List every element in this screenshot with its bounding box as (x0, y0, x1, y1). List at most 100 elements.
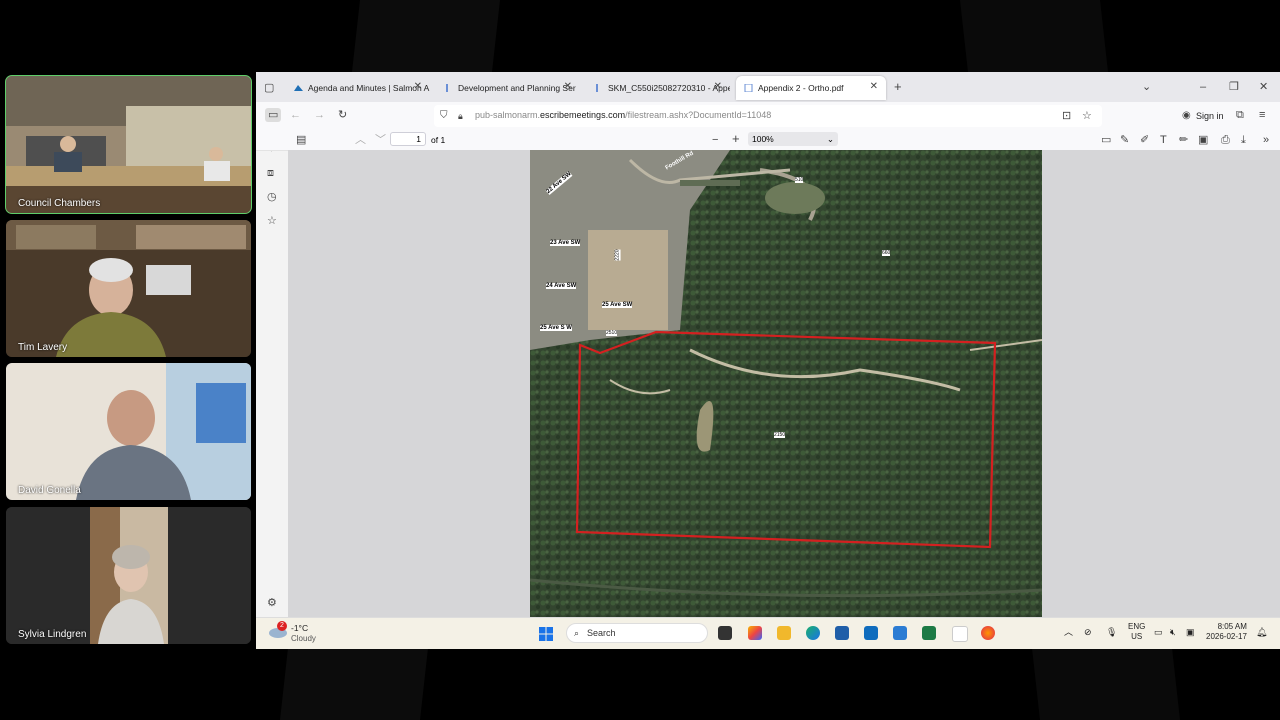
clock[interactable]: 8:05 AM 2026-02-17 (1206, 622, 1247, 642)
volume-muted-icon[interactable]: 🔇︎ (1170, 627, 1176, 637)
weather-temp[interactable]: -1°C (291, 623, 308, 633)
pdf-sidebar-icon[interactable]: ▤ (296, 133, 306, 147)
image-icon[interactable]: ▣ (1198, 133, 1208, 147)
document-favicon-icon (596, 84, 598, 92)
account-icon[interactable]: ◉ (1182, 109, 1191, 123)
pdf-viewer[interactable]: Foothill Rd 22 Ave SW 23 Ave SW 24 Ave S… (288, 150, 1280, 617)
word-icon[interactable] (893, 626, 907, 640)
pdf-toolbar: ▤ ︿ ﹀ 1 of 1 − + 100% ⌄ ▭ ✎ ✐ T ✏ ▣ ⎙ ⤓ … (256, 130, 1280, 151)
video-feed-sylvia (6, 507, 251, 644)
sign-in-button[interactable]: Sign in (1196, 111, 1224, 121)
windows-start-icon[interactable] (539, 627, 553, 641)
copilot-icon[interactable] (748, 626, 762, 640)
zoom-in-icon[interactable]: + (732, 132, 740, 146)
history-icon[interactable]: ◷ (267, 190, 277, 204)
tab-label: Appendix 2 - Ortho.pdf (758, 83, 844, 93)
store-icon[interactable] (835, 626, 849, 640)
tab-label: Development and Planning Ser (458, 83, 576, 93)
clock-date: 2026-02-17 (1206, 632, 1247, 641)
shield-icon[interactable]: ⛉ (440, 109, 448, 123)
close-tab-icon[interactable]: ✕ (414, 81, 422, 92)
close-tab-icon[interactable]: ✕ (714, 81, 722, 92)
tab-appendix[interactable]: Appendix 2 - Ortho.pdf ✕ (736, 76, 886, 100)
taskbar-search-input[interactable]: ⌕ Search (566, 623, 708, 643)
settings-gear-icon[interactable]: ⚙ (267, 596, 277, 610)
list-tabs-icon[interactable]: ⌄ (1142, 80, 1151, 94)
page-number-input[interactable]: 1 (390, 132, 426, 146)
ortho-photo (530, 150, 1042, 617)
text-icon[interactable]: T (1160, 133, 1167, 147)
bookmark-star-icon[interactable]: ☆ (1082, 109, 1092, 123)
firefox-icon[interactable] (981, 626, 995, 640)
outlook-icon[interactable] (864, 626, 878, 640)
search-icon: ⌕ (574, 628, 580, 638)
previous-page-icon[interactable]: ︿ (355, 133, 366, 147)
zoom-select[interactable]: 100% ⌄ (748, 132, 838, 146)
highlight-icon[interactable]: ✐ (1140, 133, 1149, 147)
map-label: 2510 (606, 330, 618, 336)
video-feed-david (6, 363, 251, 500)
browser-sidebar: ✧ ⧈ ◷ ☆ ⚙ (256, 130, 288, 617)
weather-desc[interactable]: Cloudy (291, 634, 316, 643)
ortho-map-page: Foothill Rd 22 Ave SW 23 Ave SW 24 Ave S… (530, 150, 1042, 617)
weather-badge: 2 (277, 621, 287, 631)
microphone-icon[interactable]: 🎙︎ (1106, 627, 1117, 637)
comment-icon[interactable]: ▭ (1101, 133, 1111, 147)
participant-tile[interactable]: Tim Lavery (6, 220, 251, 357)
participant-name: Tim Lavery (18, 342, 68, 353)
new-tab-icon[interactable]: + (894, 80, 902, 94)
zoom-out-icon[interactable]: − (712, 133, 718, 147)
forward-icon[interactable]: → (314, 108, 325, 122)
tab-bar: ▢ Agenda and Minutes | Salmon A ✕ Develo… (256, 72, 1280, 102)
participant-tile[interactable]: David Gonella (6, 363, 251, 500)
tray-chevron-up-icon[interactable]: ︿ (1064, 627, 1073, 637)
close-window-icon[interactable]: ✕ (1259, 80, 1268, 94)
menu-icon[interactable]: ≡ (1259, 108, 1265, 122)
next-page-icon[interactable]: ﹀ (375, 133, 386, 147)
minimize-icon[interactable]: – (1200, 80, 1206, 94)
task-view-icon[interactable] (718, 626, 732, 640)
google-icon[interactable] (952, 626, 968, 642)
language-indicator[interactable]: ENG US (1128, 622, 1145, 642)
reload-icon[interactable]: ↻ (338, 108, 347, 122)
map-label: 24 Ave SW (546, 283, 577, 289)
participant-tile[interactable]: Council Chambers (5, 75, 252, 214)
windows-taskbar: 2 -1°C Cloudy ⌕ Search ︿ ⊘ 🎙︎ ENG US ▭ 🔇… (256, 617, 1280, 649)
map-label: 23 Ave SW (550, 240, 581, 246)
tab-development[interactable]: Development and Planning Ser ✕ (436, 76, 580, 100)
edge-icon[interactable] (806, 626, 820, 640)
search-placeholder: Search (587, 628, 616, 638)
print-icon[interactable]: ⎙ (1221, 133, 1230, 147)
reader-view-icon[interactable]: ⊡ (1062, 109, 1071, 123)
url-text: pub-salmonarm.escribemeetings.com/filest… (475, 110, 772, 120)
sidebar-toggle-icon[interactable]: ▭ (265, 108, 282, 122)
synced-tabs-icon[interactable]: ⧈ (267, 166, 274, 180)
restore-icon[interactable]: ❐ (1229, 80, 1239, 94)
bookmarks-icon[interactable]: ☆ (267, 214, 277, 228)
tab-agenda[interactable]: Agenda and Minutes | Salmon A ✕ (286, 76, 430, 100)
url-bar[interactable]: ⛉ 🔒︎ pub-salmonarm.escribemeetings.com/f… (434, 105, 1102, 127)
participant-name: Council Chambers (18, 198, 101, 209)
display-icon[interactable]: ▭ (1154, 627, 1163, 637)
battery-icon[interactable]: ▣ (1186, 627, 1195, 637)
video-feed-tim (6, 220, 251, 357)
extensions-icon[interactable]: ⧉ (1236, 108, 1244, 122)
tab-skm[interactable]: SKM_C550i25082720310 - Appe ✕ (586, 76, 730, 100)
close-tab-icon[interactable]: ✕ (870, 81, 878, 92)
participant-tile[interactable]: Sylvia Lindgren (6, 507, 251, 644)
save-icon[interactable]: ⤓ (1241, 133, 1246, 147)
region-code: US (1131, 632, 1143, 641)
draw-icon[interactable]: ✏ (1179, 133, 1188, 147)
back-icon[interactable]: ← (290, 108, 301, 122)
more-tools-icon[interactable]: » (1263, 133, 1269, 147)
excel-icon[interactable] (922, 626, 936, 640)
notification-bell-icon[interactable]: 🔔︎ (1256, 627, 1267, 637)
file-explorer-icon[interactable] (777, 626, 791, 640)
sign-icon[interactable]: ✎ (1120, 133, 1129, 147)
lock-icon[interactable]: 🔒︎ (458, 109, 463, 123)
language-code: ENG (1128, 622, 1146, 631)
map-label: 25 Ave S W (540, 325, 572, 331)
close-tab-icon[interactable]: ✕ (564, 81, 572, 92)
network-off-icon[interactable]: ⊘ (1084, 627, 1092, 637)
tab-overview-icon[interactable]: ▢ (264, 81, 274, 95)
